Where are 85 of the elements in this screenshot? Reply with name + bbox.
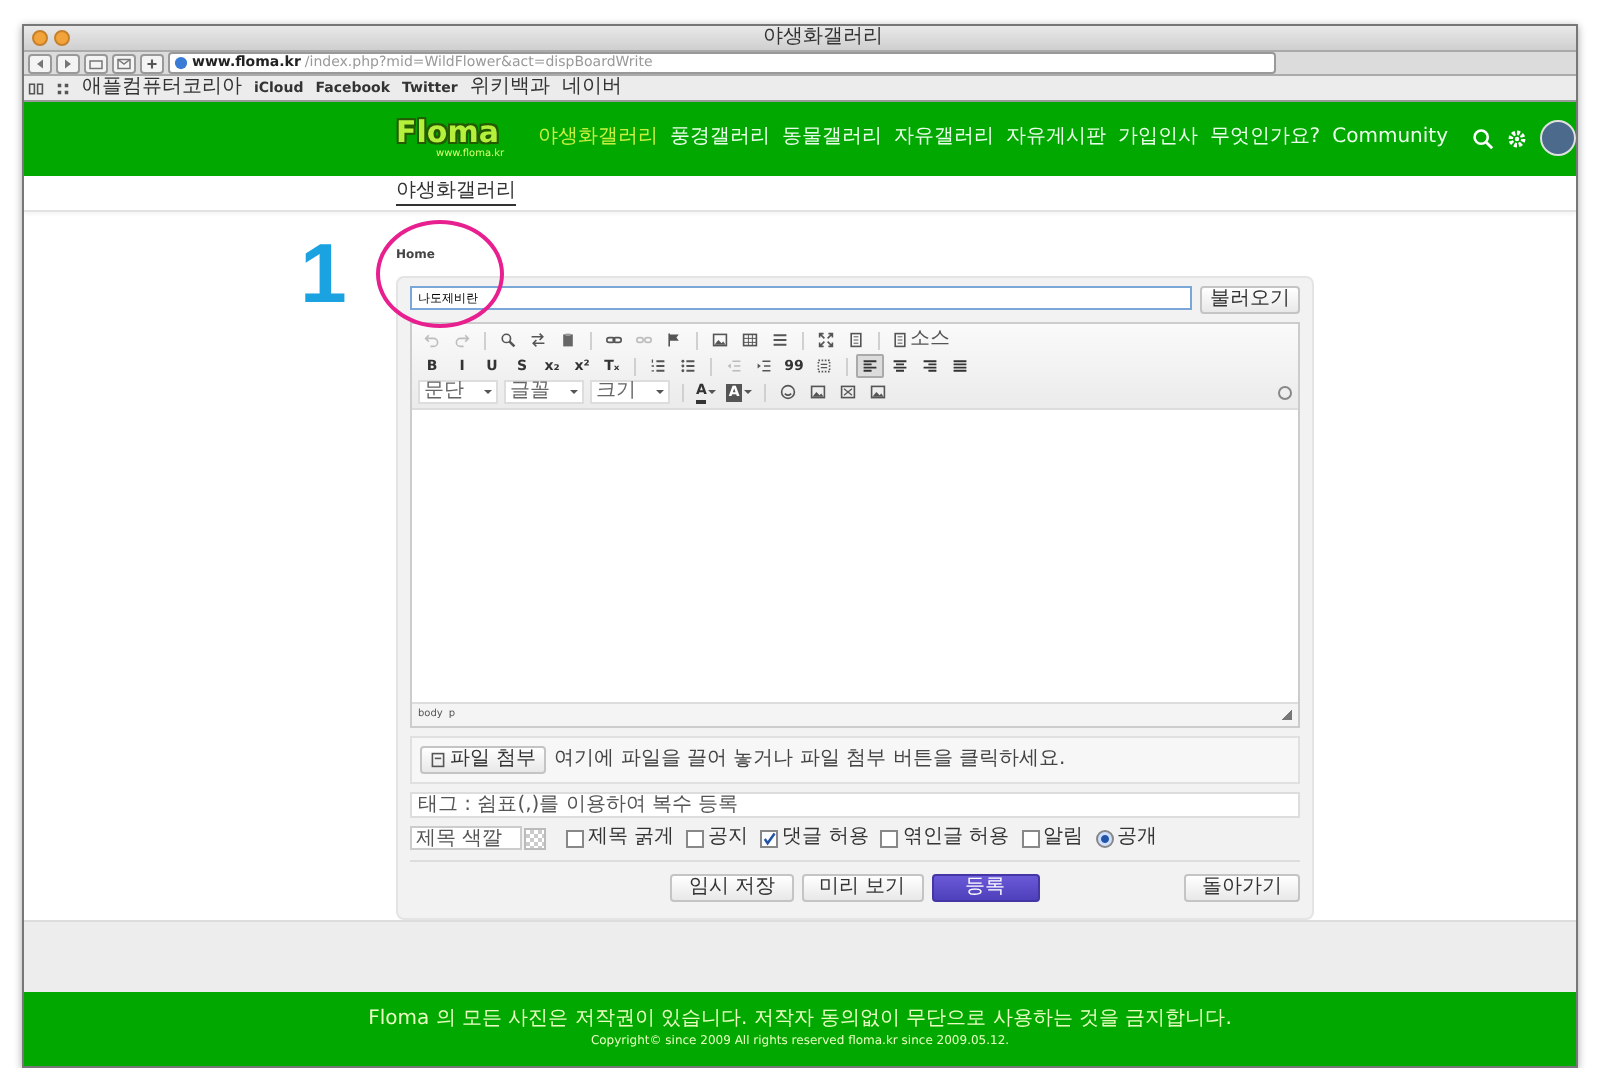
redo-icon	[454, 332, 470, 349]
checkbox[interactable]	[566, 829, 584, 848]
toolbar-button[interactable]	[856, 354, 884, 379]
collapse-icon[interactable]	[1278, 385, 1292, 400]
toolbar-dropdown[interactable]: 글꼴	[504, 380, 584, 405]
flag-icon	[666, 332, 682, 349]
forward-button[interactable]	[56, 53, 80, 73]
frame-icon	[839, 384, 856, 401]
align-left-icon	[862, 358, 878, 375]
caret-icon	[484, 390, 492, 395]
numbered-list-icon	[650, 358, 666, 375]
bookmark-link[interactable]: 애플컴퓨터코리아	[82, 76, 242, 100]
forward-arrow-icon	[62, 57, 74, 69]
toolbar-dropdown[interactable]: 크기	[590, 380, 670, 405]
annotation-number: 1	[300, 232, 347, 317]
share-button[interactable]	[84, 53, 108, 73]
image-icon	[869, 384, 886, 401]
expand-arrows-icon	[818, 332, 834, 349]
search-icon[interactable]	[1472, 127, 1494, 150]
submit-button[interactable]: 등록	[931, 874, 1040, 903]
document-icon	[892, 332, 908, 349]
align-right-icon	[922, 358, 938, 375]
radio-button[interactable]	[1095, 829, 1114, 848]
option-label: 댓글 허용	[782, 826, 869, 851]
option-label: 제목 굵게	[588, 826, 675, 851]
color-swatch-icon[interactable]	[524, 827, 546, 850]
search-icon	[500, 332, 516, 349]
window-title: 야생화갤러리	[761, 26, 885, 50]
checkbox[interactable]	[880, 829, 899, 848]
link-icon	[606, 332, 622, 349]
new-tab-button[interactable]	[140, 53, 164, 73]
checkbox[interactable]	[686, 829, 705, 848]
book-icon[interactable]	[28, 81, 44, 95]
envelope-icon	[116, 57, 132, 69]
page-title: 야생화갤러리	[396, 180, 516, 206]
attach-hint: 여기에 파일을 끌어 놓거나 파일 첨부 버튼을 클릭하세요.	[554, 748, 1066, 773]
toolbar-button[interactable]: 소스	[888, 328, 954, 353]
attach-button[interactable]: 파일 첨부	[420, 746, 547, 775]
option-label: 알림	[1043, 826, 1084, 851]
resize-grip-icon[interactable]	[1282, 710, 1292, 721]
indent-icon	[756, 358, 772, 375]
clipboard-icon	[560, 332, 576, 349]
undo-icon	[424, 332, 440, 349]
broken-link-icon	[636, 332, 652, 349]
horizontal-line-icon	[772, 332, 788, 349]
image-icon	[809, 384, 826, 401]
toolbar-dropdown[interactable]: 문단	[418, 380, 498, 405]
caret-icon	[570, 390, 578, 395]
globe-icon	[174, 56, 188, 70]
back-arrow-icon	[34, 57, 46, 69]
title-color-input[interactable]: 제목 색깔	[410, 826, 522, 851]
settings-icon[interactable]	[1506, 127, 1528, 150]
grid-icon[interactable]	[56, 81, 70, 95]
option-label: 엮인글 허용	[902, 826, 1010, 851]
block-icon	[816, 358, 832, 375]
smiley-icon	[779, 384, 796, 401]
user-avatar[interactable]	[1540, 120, 1576, 157]
document-icon	[430, 752, 446, 769]
justify-icon	[952, 358, 968, 375]
option-label: 공개	[1117, 826, 1158, 851]
bookmark-link[interactable]: 위키백과	[469, 76, 550, 100]
form-button[interactable]: 임시 저장	[670, 874, 793, 903]
checkbox[interactable]	[1021, 829, 1040, 848]
plus-icon	[146, 57, 158, 69]
outdent-icon	[726, 358, 742, 375]
form-button[interactable]: 돌아가기	[1184, 874, 1300, 903]
tag-input[interactable]: 태그 : 쉼표(,)를 이용하여 복수 등록	[410, 792, 1300, 819]
swap-arrows-icon	[530, 332, 546, 349]
load-button[interactable]: 불러오기	[1200, 286, 1300, 315]
caret-icon	[656, 390, 664, 395]
form-button[interactable]: 미리 보기	[801, 874, 924, 903]
bullet-list-icon	[680, 358, 696, 375]
mail-button[interactable]	[112, 53, 136, 73]
bookmark-link[interactable]: 네이버	[561, 76, 622, 100]
document-icon	[848, 332, 864, 349]
share-icon	[88, 57, 104, 69]
align-center-icon	[892, 358, 908, 375]
image-icon	[712, 332, 728, 349]
checkbox[interactable]	[760, 829, 779, 848]
back-button[interactable]	[28, 53, 52, 73]
table-icon	[742, 332, 758, 349]
caret-icon	[708, 390, 717, 395]
caret-icon	[743, 390, 752, 395]
option-label: 공지	[708, 826, 749, 851]
copyright-notice: Floma 의 모든 사진은 저작권이 있습니다. 저작자 동의없이 무단으로 사용하는 것을 금지합니다.	[368, 1008, 1232, 1033]
